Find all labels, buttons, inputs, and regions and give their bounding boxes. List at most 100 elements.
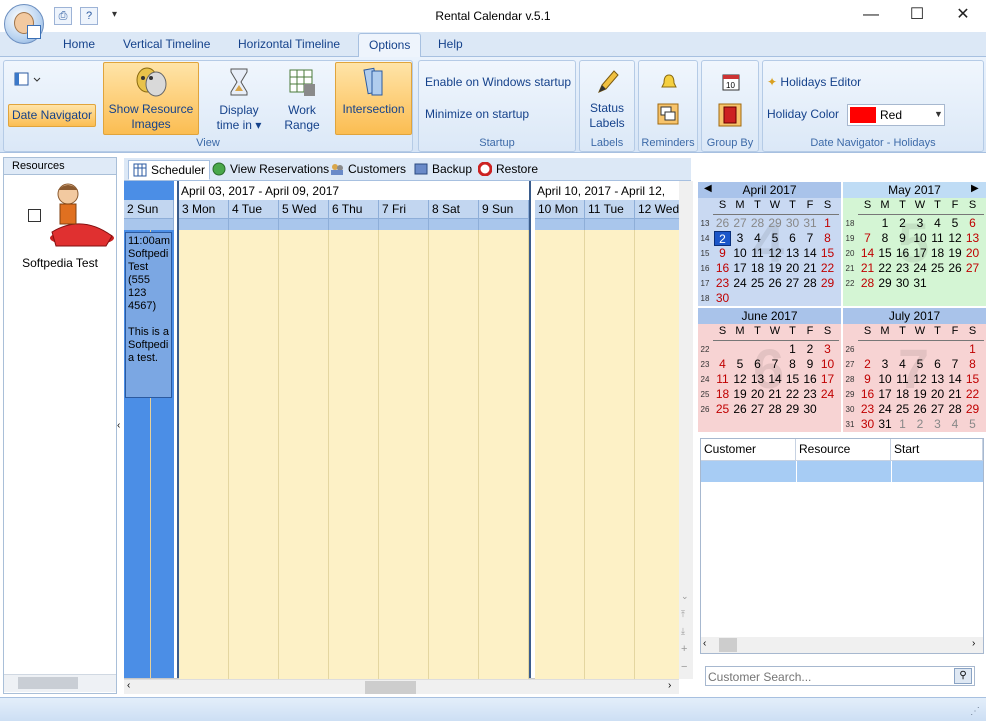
calendar-day[interactable]: 31 <box>802 216 819 231</box>
calendar-day[interactable]: 2 <box>714 231 731 246</box>
calendar-day[interactable]: 7 <box>802 231 819 246</box>
calendar-day[interactable]: 28 <box>767 402 784 417</box>
binoculars-icon[interactable]: ⚲ <box>954 668 972 684</box>
calendar-day[interactable]: 10 <box>912 231 929 246</box>
calendar-day[interactable]: 22 <box>784 387 801 402</box>
zoom-in-icon[interactable]: + <box>681 643 687 655</box>
calendar-day[interactable]: 3 <box>929 417 946 432</box>
calendar-day[interactable]: 24 <box>877 402 894 417</box>
day-column[interactable] <box>535 230 585 679</box>
calendar-day[interactable]: 6 <box>929 357 946 372</box>
calendar-day[interactable]: 30 <box>802 402 819 417</box>
close-button[interactable]: ✕ <box>940 0 986 32</box>
calendar-day[interactable]: 4 <box>947 417 964 432</box>
calendar-day[interactable]: 25 <box>894 402 911 417</box>
calendar-day[interactable]: 4 <box>714 357 731 372</box>
prev-month-icon[interactable]: ◀ <box>704 183 712 194</box>
calendar-day[interactable]: 11 <box>749 246 766 261</box>
calendar-day[interactable]: 5 <box>912 357 929 372</box>
calendar-day[interactable]: 5 <box>732 357 749 372</box>
calendar-day[interactable]: 3 <box>819 342 836 357</box>
calendar-day[interactable]: 15 <box>964 372 981 387</box>
calendar-day[interactable]: 18 <box>749 261 766 276</box>
calendar-day[interactable]: 12 <box>912 372 929 387</box>
display-time-in-button[interactable]: Display time in ▾ <box>209 67 269 135</box>
calendar-day[interactable]: 5 <box>767 231 784 246</box>
holiday-color-dropdown[interactable]: Red ▼ <box>847 104 945 126</box>
calendar-day[interactable]: 9 <box>802 357 819 372</box>
calendar-day[interactable]: 26 <box>732 402 749 417</box>
tab-restore[interactable]: Restore <box>474 160 542 180</box>
calendar-day[interactable]: 18 <box>894 387 911 402</box>
calendar-day[interactable]: 23 <box>859 402 876 417</box>
tab-options[interactable]: Options <box>358 33 422 58</box>
calendar-day[interactable]: 3 <box>877 357 894 372</box>
calendar-day[interactable]: 2 <box>859 357 876 372</box>
calendar-day[interactable]: 12 <box>732 372 749 387</box>
calendar-day[interactable]: 16 <box>859 387 876 402</box>
calendar-day[interactable]: 1 <box>964 342 981 357</box>
zoom-top-icon[interactable]: ⤒ <box>681 609 685 620</box>
calendar-day[interactable]: 19 <box>732 387 749 402</box>
calendar-day[interactable]: 13 <box>784 246 801 261</box>
calendar-day[interactable]: 12 <box>947 231 964 246</box>
calendar-day[interactable]: 5 <box>964 417 981 432</box>
calendar-day[interactable]: 14 <box>859 246 876 261</box>
day-column[interactable] <box>229 230 279 679</box>
calendar-day[interactable]: 15 <box>877 246 894 261</box>
group-by-book-icon[interactable] <box>718 103 742 127</box>
calendar-day[interactable]: 23 <box>714 276 731 291</box>
calendar-day[interactable]: 4 <box>894 357 911 372</box>
scheduler-vscrollbar[interactable]: ⌄ ⤒ ⤓ + − <box>679 181 693 679</box>
calendar-day[interactable]: 27 <box>749 402 766 417</box>
calendar-day[interactable]: 6 <box>964 216 981 231</box>
calendar-day[interactable]: 29 <box>964 402 981 417</box>
scroll-down-icon[interactable]: ⌄ <box>681 591 689 602</box>
calendar-day[interactable]: 28 <box>802 276 819 291</box>
calendar-day[interactable]: 27 <box>732 216 749 231</box>
scroll-left-icon[interactable]: ‹ <box>127 680 130 691</box>
calendar-day[interactable]: 22 <box>877 261 894 276</box>
layout-toggle-button[interactable] <box>10 72 46 92</box>
calendar-day[interactable]: 6 <box>749 357 766 372</box>
calendar-day[interactable]: 13 <box>749 372 766 387</box>
appointment-block[interactable]: 11:00am Softpedi Test (555 123 4567) This is… <box>125 232 172 398</box>
calendar-day[interactable]: 27 <box>784 276 801 291</box>
calendar-day[interactable]: 30 <box>859 417 876 432</box>
calendar-day[interactable]: 31 <box>912 276 929 291</box>
calendar-day[interactable]: 21 <box>859 261 876 276</box>
calendar-day[interactable]: 29 <box>784 402 801 417</box>
show-resource-images-button[interactable]: Show Resource Images <box>103 62 199 135</box>
calendar-day[interactable]: 2 <box>802 342 819 357</box>
calendar-day[interactable]: 17 <box>877 387 894 402</box>
calendar-day[interactable]: 17 <box>732 261 749 276</box>
calendar-day[interactable]: 18 <box>714 387 731 402</box>
maximize-button[interactable]: ☐ <box>894 0 940 32</box>
calendar-day[interactable]: 21 <box>767 387 784 402</box>
calendar-day[interactable]: 25 <box>714 402 731 417</box>
scroll-thumb[interactable] <box>365 681 416 694</box>
calendar-day[interactable]: 29 <box>877 276 894 291</box>
calendar-day[interactable]: 4 <box>749 231 766 246</box>
app-menu-button[interactable] <box>4 4 44 44</box>
calendar-day[interactable]: 4 <box>929 216 946 231</box>
calendar-day[interactable]: 23 <box>894 261 911 276</box>
tab-view-reservations[interactable]: View Reservations <box>208 160 333 180</box>
calendar-day[interactable]: 7 <box>947 357 964 372</box>
calendar-day[interactable]: 14 <box>947 372 964 387</box>
calendar-day[interactable]: 8 <box>964 357 981 372</box>
calendar-day[interactable]: 22 <box>964 387 981 402</box>
tab-scheduler[interactable]: Scheduler <box>128 160 211 180</box>
calendar-day[interactable]: 24 <box>732 276 749 291</box>
calendar-day[interactable]: 14 <box>802 246 819 261</box>
calendar-day[interactable]: 30 <box>784 216 801 231</box>
calendar-day[interactable]: 15 <box>819 246 836 261</box>
calendar-day[interactable]: 20 <box>964 246 981 261</box>
calendar-day[interactable]: 19 <box>912 387 929 402</box>
day-column[interactable] <box>429 230 479 679</box>
calendar-day[interactable]: 3 <box>912 216 929 231</box>
holidays-editor-button[interactable]: ✦ Holidays Editor <box>767 75 861 90</box>
calendar-day[interactable]: 31 <box>877 417 894 432</box>
resources-hscrollbar[interactable] <box>4 674 116 692</box>
calendar-day[interactable]: 30 <box>714 291 731 306</box>
